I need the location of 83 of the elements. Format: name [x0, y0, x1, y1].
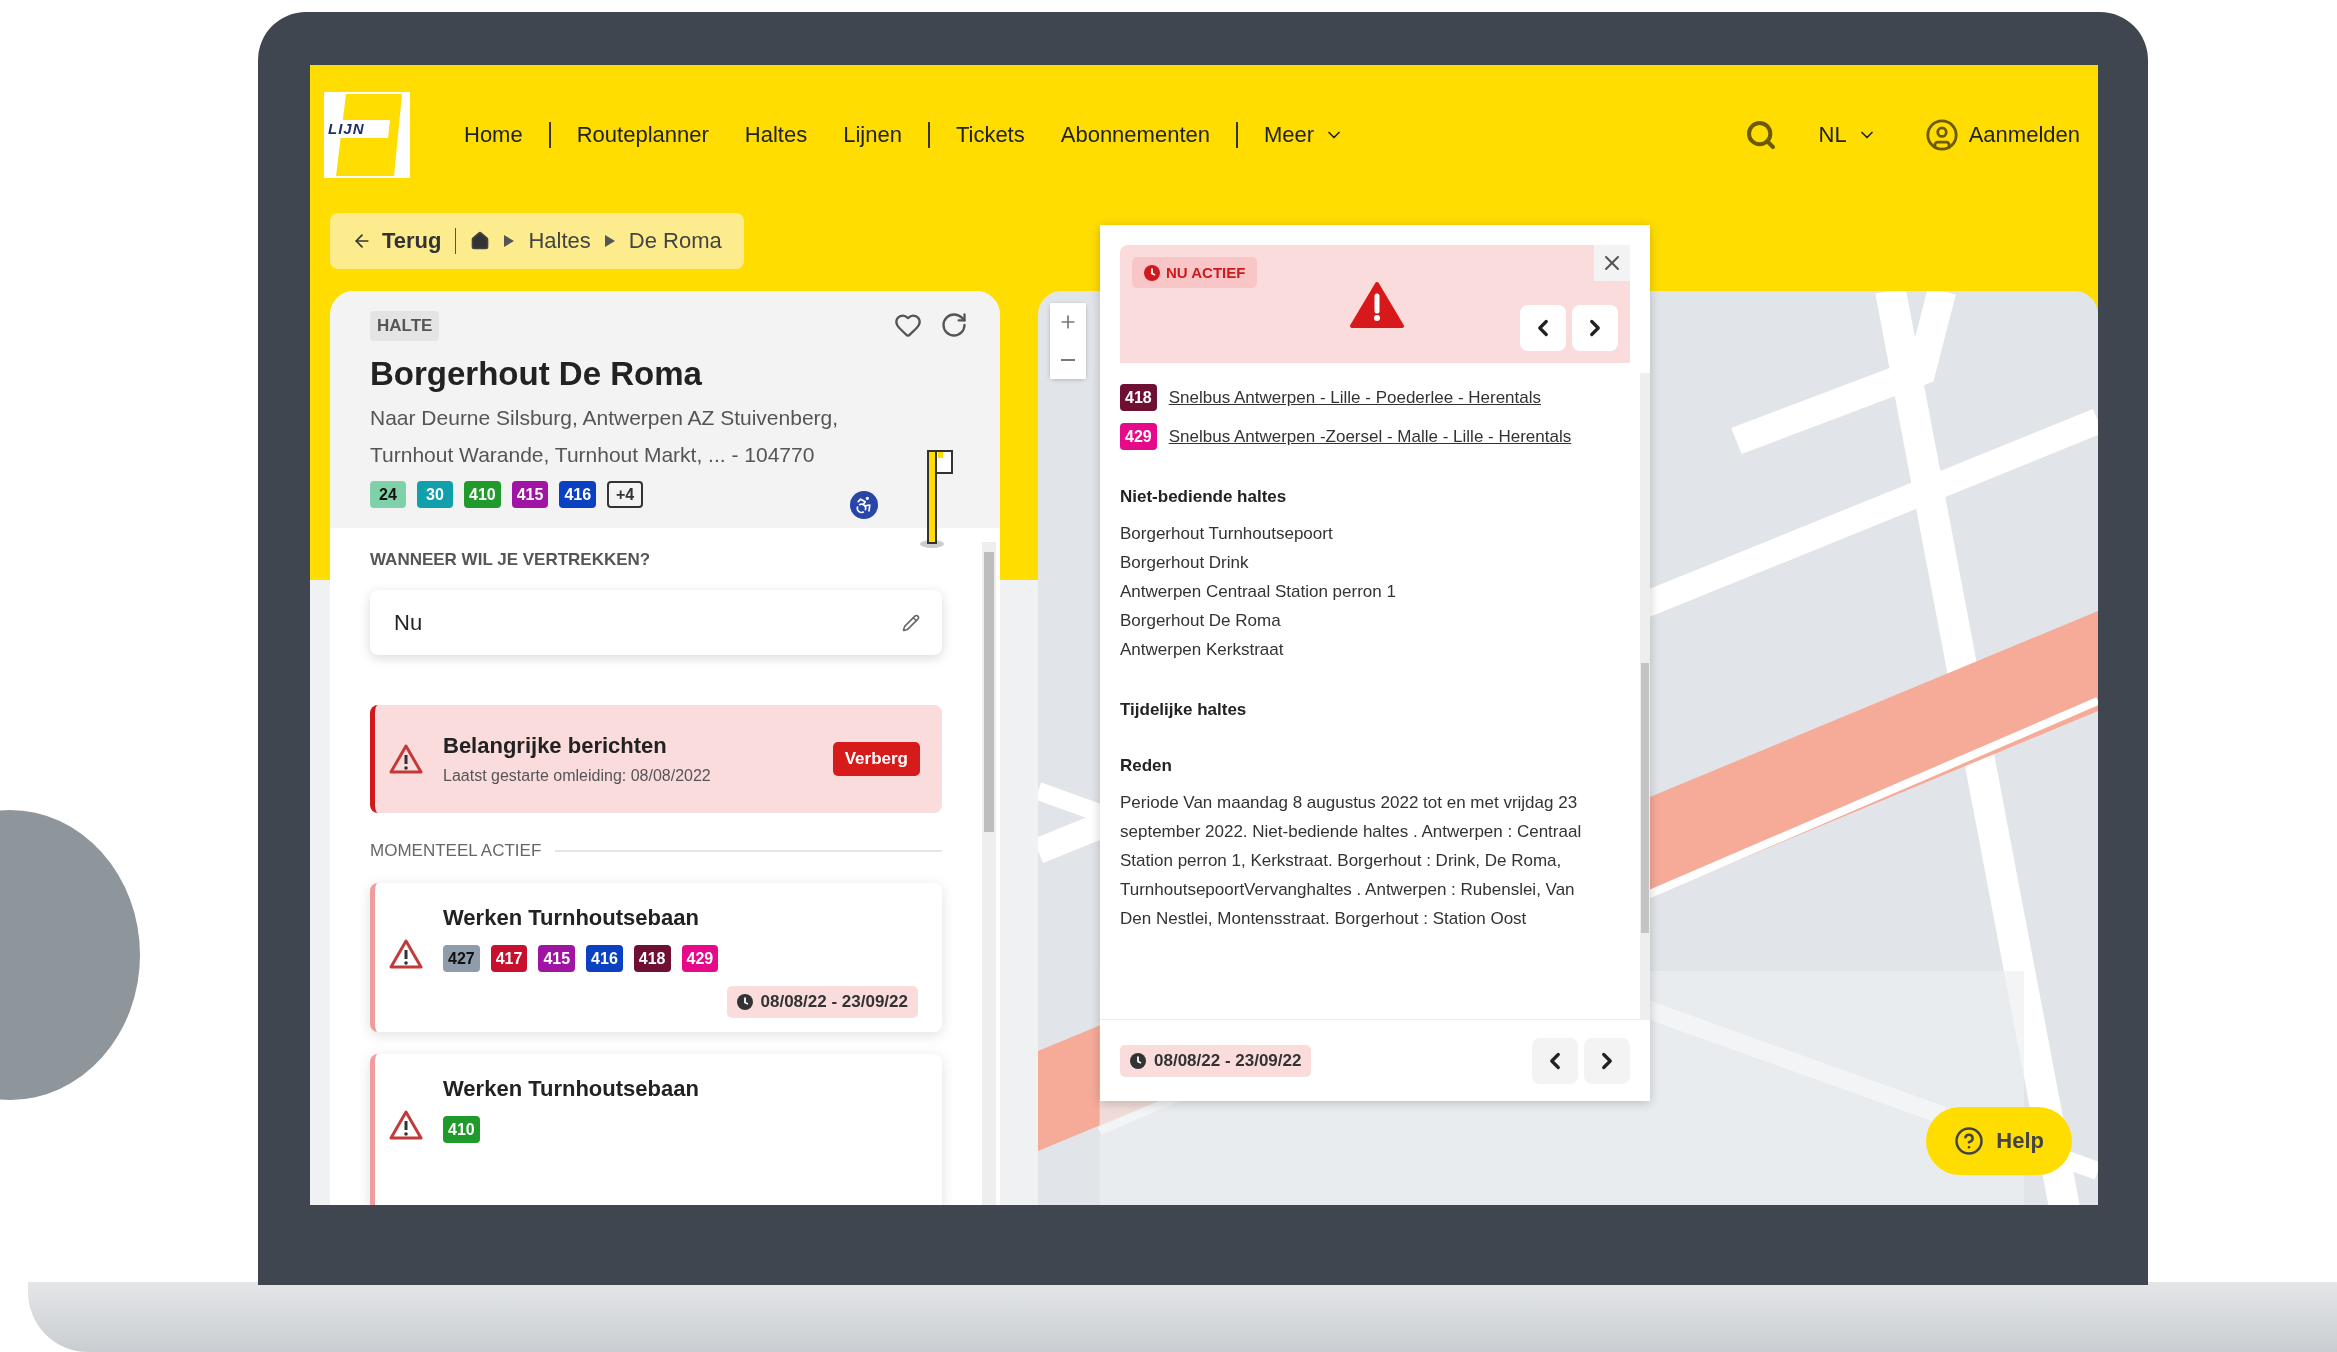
line-badge: 429	[1120, 423, 1157, 450]
section-heading: Niet-bediende haltes	[1120, 487, 1288, 507]
period-tag: 08/08/22 - 23/09/22	[726, 986, 918, 1018]
line-badge: 417	[490, 945, 528, 972]
line-badge: 410	[464, 481, 501, 508]
clock-icon	[1130, 1052, 1146, 1069]
stop-item: Borgerhout De Roma	[1120, 610, 1282, 632]
nav-link[interactable]: Routeplanner	[576, 122, 709, 148]
breadcrumb-link[interactable]: Haltes	[528, 228, 591, 254]
stop-item: Borgerhout Turnhoutsepoort	[1120, 523, 1334, 545]
stop-directions: Naar Deurne Silsburg, Antwerpen AZ Stuivenberg, Turnhout Warande, Turnhout Markt, ... - 104770	[370, 405, 840, 468]
previous-button[interactable]	[1520, 305, 1566, 351]
nav-link[interactable]: Abonnementen	[1060, 122, 1210, 148]
notice-title: Belangrijke berichten	[443, 733, 668, 759]
scrollbar[interactable]	[982, 542, 996, 1205]
line-badge: 418	[633, 945, 671, 972]
stop-name: Borgerhout De Roma	[370, 355, 703, 393]
nav-link[interactable]: Lijnen	[843, 122, 902, 148]
refresh-icon[interactable]	[940, 311, 968, 339]
nav-menu[interactable]: Meer	[1263, 122, 1345, 148]
nav-link[interactable]: Haltes	[744, 122, 808, 148]
close-button[interactable]	[1594, 245, 1630, 281]
user-icon	[1924, 118, 1959, 152]
route-link[interactable]: Snelbus Antwerpen - Lille - Poederlee - Herentals	[1168, 383, 1599, 412]
scrollbar[interactable]	[1640, 373, 1650, 1019]
line-badge: 410	[443, 1116, 480, 1143]
line-badge: 30	[417, 481, 453, 508]
heart-icon[interactable]	[894, 311, 922, 339]
notice-subtitle: Laatst gestarte omleiding: 08/08/2022	[443, 767, 712, 785]
disruption-title: Werken Turnhoutsebaan	[443, 905, 700, 931]
line-badge: 24	[370, 481, 406, 508]
login-button[interactable]: Aanmelden	[1918, 117, 2086, 153]
next-button[interactable]	[1572, 305, 1618, 351]
nav-link[interactable]: Tickets	[955, 122, 1025, 148]
warning-icon	[389, 1110, 423, 1140]
disruption-card[interactable]: Werken Turnhoutsebaan 410	[370, 1054, 942, 1205]
status-tag: NU ACTIEF	[1132, 257, 1258, 288]
disruption-title: Werken Turnhoutsebaan	[443, 1076, 700, 1102]
zoom-in-button[interactable]	[1050, 303, 1086, 341]
line-badge: 429	[681, 945, 719, 972]
minus-icon	[1061, 359, 1075, 361]
home-icon[interactable]	[470, 231, 491, 251]
section-heading: Reden	[1120, 756, 1173, 776]
disruption-card[interactable]: Werken Turnhoutsebaan 427 417 415 416 418 429 08/08/22 - 23/09/22	[370, 883, 942, 1032]
clock-icon	[1144, 264, 1160, 281]
logo-text: LIJN	[328, 121, 365, 137]
clock-icon	[736, 994, 753, 1010]
warning-icon	[389, 939, 423, 969]
back-link[interactable]: Terug	[352, 228, 457, 254]
stop-item: Antwerpen Kerkstraat	[1120, 639, 1285, 661]
departure-field[interactable]: Nu	[370, 590, 942, 655]
line-badge: 415	[511, 481, 549, 508]
caret-icon	[604, 235, 615, 247]
breadcrumb-link[interactable]: De Roma	[628, 228, 722, 254]
hide-button[interactable]: Verberg	[832, 742, 920, 776]
line-badge: 427	[443, 945, 480, 972]
line-badge: 416	[586, 945, 623, 972]
section-heading: Tijdelijke haltes	[1120, 700, 1248, 720]
line-badge: 415	[538, 945, 576, 972]
warning-icon	[389, 744, 423, 774]
pencil-icon	[902, 613, 920, 632]
section-label: MOMENTEEL ACTIEF	[370, 841, 542, 861]
stop-tag: HALTE	[370, 311, 440, 341]
logo-icon	[324, 92, 410, 178]
route-link[interactable]: Snelbus Antwerpen -Zoersel - Malle - Lille - Herentals	[1168, 422, 1599, 451]
stop-item: Borgerhout Drink	[1120, 552, 1250, 574]
help-icon	[1954, 1126, 1985, 1156]
caret-icon	[504, 235, 515, 247]
logo[interactable]: LIJN	[324, 92, 410, 178]
period-tag: 08/08/22 - 23/09/22	[1120, 1044, 1312, 1077]
search-icon[interactable]	[1744, 119, 1777, 151]
language-selector[interactable]: NL	[1812, 121, 1883, 149]
previous-button[interactable]	[1532, 1037, 1578, 1084]
departure-label: WANNEER WIL JE VERTREKKEN?	[370, 550, 652, 570]
reason-text: Periode Van maandag 8 augustus 2022 tot en met vrijdag 23 september 2022. Niet-bediende haltes . Antwerpen : Centraal Station perron 1, Kerkstraat. Borgerhout : Drink, De Roma, TurnhoutsepoortVervanghaltes . Antwerpen : Rubenslei, Van Den Nestlei, Montensstraat. Borgerhout : Station Oost	[1120, 792, 1583, 930]
help-button[interactable]: Help	[1926, 1107, 2072, 1175]
line-badge: 416	[559, 481, 597, 508]
line-badge: 418	[1120, 384, 1157, 411]
next-button[interactable]	[1584, 1037, 1630, 1084]
nav-link[interactable]: Home	[464, 122, 523, 148]
more-lines-badge[interactable]: +4	[607, 481, 644, 508]
warning-icon	[1350, 281, 1404, 329]
stop-item: Antwerpen Centraal Station perron 1	[1120, 581, 1397, 603]
